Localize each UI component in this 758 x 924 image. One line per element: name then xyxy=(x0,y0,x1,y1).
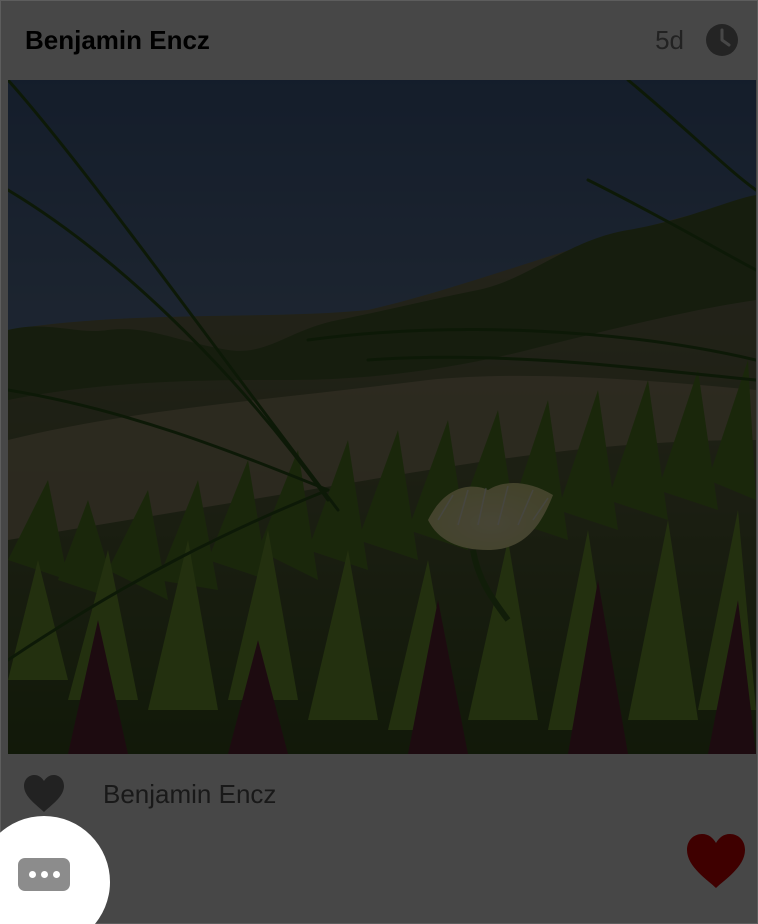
clock-icon xyxy=(706,24,738,56)
app-screen: Benjamin Encz 5d Benjamin Encz xyxy=(0,0,758,924)
liked-by-name[interactable]: Benjamin Encz xyxy=(103,776,276,812)
more-dots-icon xyxy=(40,871,48,878)
author-name[interactable]: Benjamin Encz xyxy=(25,22,210,58)
more-options-button[interactable] xyxy=(18,858,70,891)
heart-icon xyxy=(24,775,64,812)
more-dots-icon xyxy=(52,871,60,878)
post-header: Benjamin Encz 5d xyxy=(0,0,758,80)
like-button[interactable] xyxy=(686,832,746,890)
more-dots-icon xyxy=(28,871,36,878)
post-photo[interactable] xyxy=(8,80,756,754)
post-footer: Benjamin Encz xyxy=(0,754,758,924)
post-card: Benjamin Encz 5d Benjamin Encz xyxy=(0,0,758,924)
photo-image xyxy=(8,80,756,754)
post-timestamp: 5d xyxy=(655,25,684,55)
